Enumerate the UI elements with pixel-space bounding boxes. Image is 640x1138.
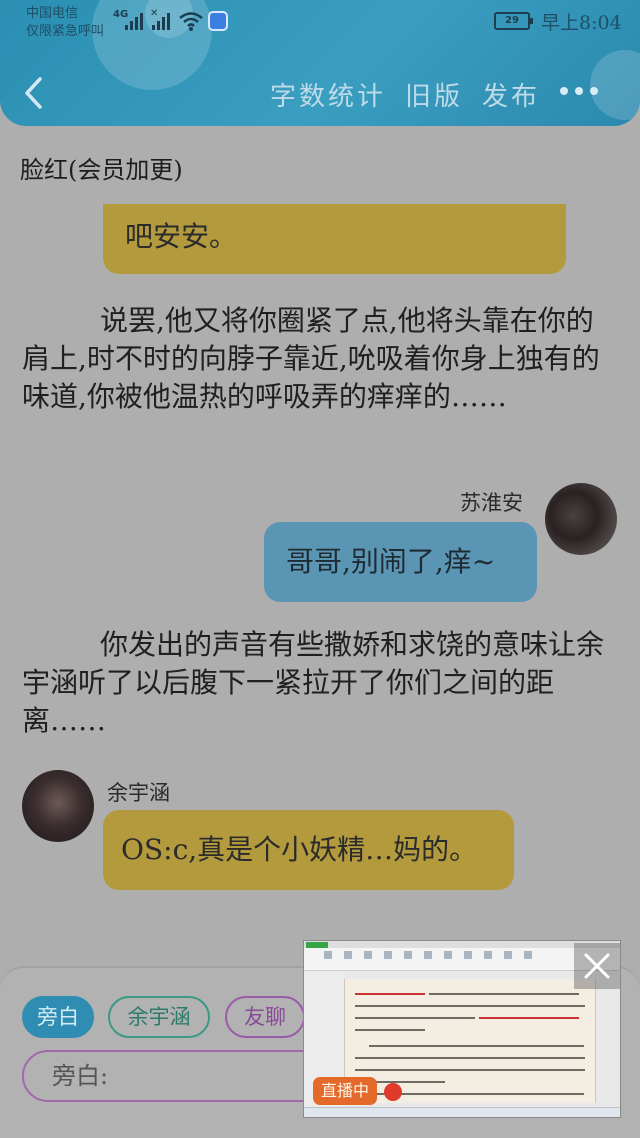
signal-2-icon <box>152 12 170 30</box>
more-options-icon[interactable] <box>560 87 600 99</box>
message-text: 哥哥,别闹了,痒~ <box>286 545 496 578</box>
back-arrow-icon[interactable] <box>18 74 52 112</box>
nav-bar: 字数统计 旧版 发布 <box>0 60 640 126</box>
signal-icon <box>125 12 143 30</box>
message-bubble-partial[interactable]: 吧安安。 <box>103 204 566 274</box>
narration-paragraph: 说罢,他又将你圈紧了点,他将头靠在你的肩上,时不时的向脖子靠近,吮吸着你身上独有… <box>22 304 600 413</box>
message-text: 吧安安。 <box>125 220 238 253</box>
message-text: OS:c,真是个小妖精…妈的。 <box>121 833 478 866</box>
app-notification-icon <box>208 11 228 31</box>
role-chip-narrator[interactable]: 旁白 <box>22 996 94 1038</box>
role-chip-friend-chat[interactable]: 友聊 <box>225 996 305 1038</box>
narration-paragraph: 你发出的声音有些撒娇和求饶的意味让余宇涵听了以后腹下一紧拉开了你们之间的距离…… <box>22 628 605 737</box>
role-chip-yuyuhan[interactable]: 余宇涵 <box>108 996 210 1038</box>
message-bubble-yuyuhan[interactable]: OS:c,真是个小妖精…妈的。 <box>103 810 514 890</box>
avatar-yuyuhan[interactable] <box>22 770 94 842</box>
old-version-button[interactable]: 旧版 <box>405 76 463 113</box>
carrier-text: 中国电信 仅限紧急呼叫 <box>26 5 116 41</box>
live-window-tabstrip <box>304 941 620 948</box>
close-icon[interactable] <box>574 943 620 989</box>
battery-icon: 29 <box>494 12 533 30</box>
carrier-name: 中国电信 <box>26 6 79 21</box>
wifi-icon <box>179 12 203 31</box>
speaker-name-yuyuhan: 余宇涵 <box>107 781 170 805</box>
carrier-status: 仅限紧急呼叫 <box>26 24 105 39</box>
floating-live-window[interactable]: 直播中 <box>303 940 621 1118</box>
clock: 早上8:04 <box>541 12 622 34</box>
story-content-area[interactable]: 吧安安。 说罢,他又将你圈紧了点,他将头靠在你的肩上,时不时的向脖子靠近,吮吸着… <box>0 204 640 964</box>
live-window-toolbar <box>304 941 620 971</box>
live-window-document <box>344 979 596 1103</box>
app-header: 中国电信 仅限紧急呼叫 4G ✕ 29 早上8:04 字数统计 旧版 发布 <box>0 0 640 126</box>
status-bar: 中国电信 仅限紧急呼叫 4G ✕ 29 早上8:04 <box>0 0 640 48</box>
avatar-suhuaian[interactable] <box>545 483 617 555</box>
recording-indicator-icon <box>384 1083 402 1101</box>
word-count-button[interactable]: 字数统计 <box>270 76 386 113</box>
speaker-name-suhuaian: 苏淮安 <box>460 491 523 515</box>
battery-level: 29 <box>505 15 519 26</box>
message-bubble-suhuaian[interactable]: 哥哥,别闹了,痒~ <box>264 522 537 602</box>
publish-button[interactable]: 发布 <box>482 76 540 113</box>
live-window-taskbar <box>304 1107 620 1117</box>
chapter-title: 脸红(会员加更) <box>20 156 183 184</box>
live-status-badge: 直播中 <box>313 1077 377 1105</box>
